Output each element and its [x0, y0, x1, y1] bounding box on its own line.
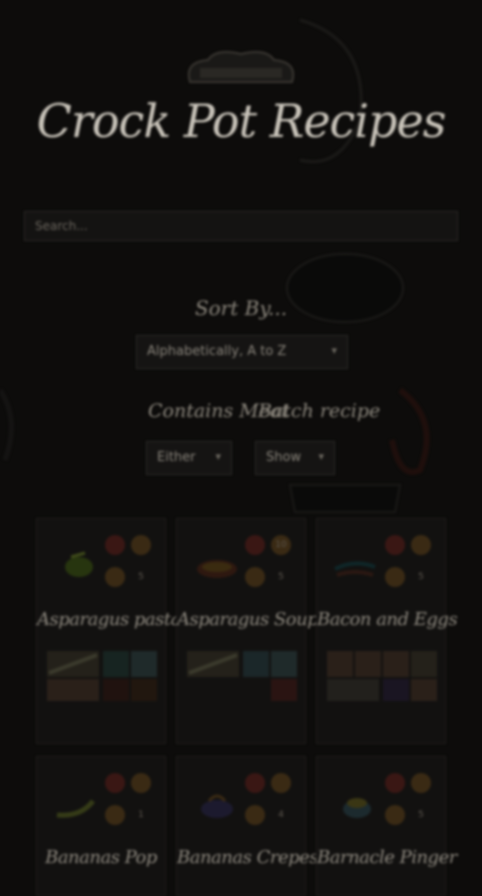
sanity-badge — [105, 805, 125, 825]
hunger-badge — [411, 535, 431, 555]
sanity-badge — [245, 567, 265, 587]
batch-selected-value: Show — [266, 450, 302, 465]
cook-time-badge: 1 — [138, 810, 144, 820]
ingredient-icons — [187, 651, 297, 701]
health-badge — [105, 535, 125, 555]
batch-filter-label: Batch recipe — [258, 400, 381, 422]
cook-time-badge: 5 — [278, 572, 284, 582]
recipe-card[interactable]: 10 5 Asparagus Soup — [176, 518, 319, 744]
hunger-badge: 10 — [271, 535, 291, 555]
cook-time-badge: 5 — [138, 572, 144, 582]
health-badge — [105, 773, 125, 793]
recipe-dish-icon — [56, 799, 95, 818]
sort-selected-value: Alphabetically, A to Z — [147, 344, 287, 359]
recipe-dish-icon — [65, 551, 93, 577]
health-badge — [385, 773, 405, 793]
recipe-name: Asparagus Soup — [177, 609, 319, 630]
cook-time-badge: 5 — [418, 572, 424, 582]
sanity-badge — [385, 805, 405, 825]
search-input[interactable]: Search... — [24, 211, 458, 241]
recipe-name: Bananas Crepes — [177, 847, 319, 868]
health-badge — [245, 773, 265, 793]
ingredient-icons — [47, 651, 157, 701]
sanity-badge — [385, 567, 405, 587]
page: Crock Pot Recipes Search... Sort By... A… — [0, 0, 482, 896]
chevron-down-icon: ▾ — [215, 450, 221, 463]
ingredient-icons — [327, 651, 437, 701]
recipe-name: Asparagus pasta — [37, 609, 181, 630]
chef-hat-logo-icon — [187, 51, 295, 83]
meat-selected-value: Either — [157, 450, 196, 465]
health-badge — [385, 535, 405, 555]
cook-time-badge: 4 — [278, 810, 284, 820]
recipe-name: Barnacle Pinger — [317, 847, 457, 868]
recipe-dish-icon — [197, 560, 237, 578]
recipe-dish-icon — [343, 798, 371, 818]
recipe-dish-icon — [201, 794, 233, 818]
hunger-badge — [271, 773, 291, 793]
recipe-card[interactable]: 5 Barnacle Pinger — [316, 756, 457, 896]
sort-label: Sort By... — [194, 296, 288, 320]
hunger-badge — [131, 535, 151, 555]
recipe-card[interactable]: 5 Asparagus pasta — [36, 518, 181, 744]
recipe-card[interactable]: 4 Bananas Crepes — [176, 756, 319, 896]
recipe-card[interactable]: 1 Bananas Pop — [36, 756, 166, 896]
chevron-down-icon: ▾ — [331, 344, 337, 357]
health-badge — [245, 535, 265, 555]
recipe-name: Bacon and Eggs — [317, 609, 458, 630]
recipe-card[interactable]: 5 Bacon and Eggs — [316, 518, 458, 744]
cook-time-badge: 5 — [418, 810, 424, 820]
chevron-down-icon: ▾ — [318, 450, 324, 463]
sort-select[interactable]: Alphabetically, A to Z ▾ — [136, 335, 348, 369]
meat-filter-select[interactable]: Either ▾ — [146, 441, 232, 475]
sanity-badge — [105, 567, 125, 587]
batch-filter-select[interactable]: Show ▾ — [255, 441, 335, 475]
recipe-name: Bananas Pop — [45, 847, 157, 868]
site-header: Crock Pot Recipes — [0, 20, 482, 180]
sanity-badge — [245, 805, 265, 825]
hunger-badge — [131, 773, 151, 793]
hunger-badge — [411, 773, 431, 793]
site-title[interactable]: Crock Pot Recipes — [0, 94, 482, 148]
recipe-dish-icon — [334, 561, 376, 577]
